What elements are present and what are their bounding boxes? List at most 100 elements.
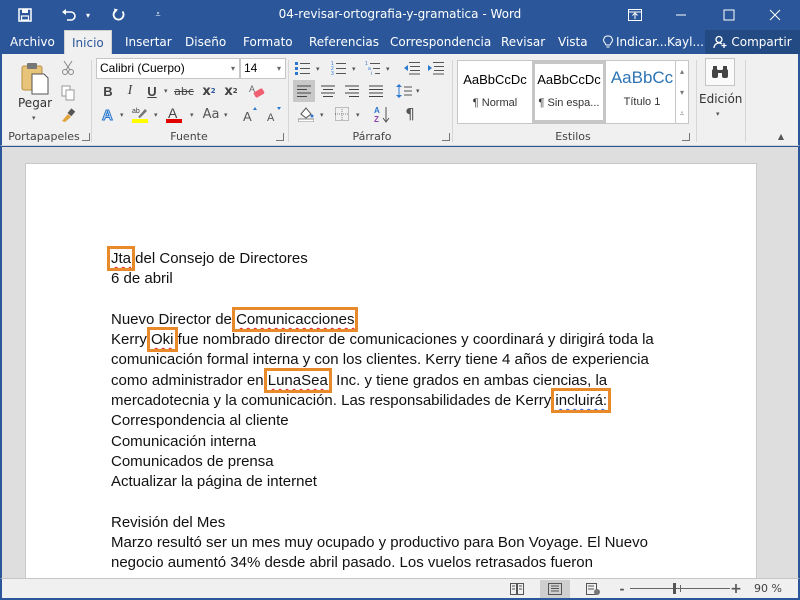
styles-scroll-up-icon[interactable]: ▴ [675,61,688,82]
document-line[interactable]: Nuevo Director de Comunicacciones [111,306,691,332]
document-line[interactable] [111,493,691,513]
document-line[interactable]: Marzo resultó ser un mes muy ocupado y p… [111,533,691,553]
style-no-spacing[interactable]: AaBbCcDc ¶ Sin espa... [532,61,606,123]
numbering-icon[interactable]: 123 [330,58,348,78]
maximize-icon[interactable] [706,0,752,30]
editing-dropdown-icon[interactable]: ▾ [716,110,720,118]
sort-icon[interactable]: AZ [372,104,392,124]
tab-inicio[interactable]: Inicio [64,30,112,54]
paste-label[interactable]: Pegar [18,96,52,110]
line-spacing-icon[interactable] [394,80,414,102]
style-normal[interactable]: AaBbCcDc ¶ Normal [459,62,531,122]
styles-scroll-down-icon[interactable]: ▾ [675,82,688,103]
paste-icon[interactable] [20,60,50,96]
copy-icon[interactable] [58,84,78,102]
spelling-error[interactable]: Comunicacciones [232,306,359,332]
tab-archivo[interactable]: Archivo [3,30,62,54]
document-line[interactable]: Comunicados de prensa [111,452,691,472]
document-page[interactable]: Jta del Consejo de Directores 6 de abril… [25,163,757,578]
document-line[interactable] [111,290,691,310]
shrink-font-icon[interactable]: A [264,104,284,124]
tab-vista[interactable]: Vista [551,30,595,54]
print-layout-icon[interactable] [540,580,570,598]
superscript-button[interactable]: x2 [222,82,240,100]
document-line[interactable]: comunicación formal interna y con los cl… [111,350,691,370]
paragraph-launcher-icon[interactable] [442,133,450,141]
decrease-indent-icon[interactable] [402,58,422,78]
chevron-down-icon[interactable]: ▾ [231,59,235,78]
change-case-dropdown-icon[interactable]: ▾ [224,111,228,119]
borders-icon[interactable] [332,104,352,124]
font-color-icon[interactable]: A [164,104,184,124]
font-color-dropdown-icon[interactable]: ▾ [190,111,194,119]
document-line[interactable]: mercadotecnia y la comunicación. Las res… [111,388,691,414]
document-line[interactable]: Revisión del Mes [111,513,691,533]
change-case-button[interactable]: Aa [200,104,222,124]
web-layout-icon[interactable] [580,580,606,598]
tab-formato[interactable]: Formato [236,30,300,54]
justify-button[interactable] [365,80,387,102]
minimize-icon[interactable] [658,0,704,30]
text-effects-dropdown-icon[interactable]: ▾ [120,111,124,119]
underline-dropdown-icon[interactable]: ▾ [164,87,168,95]
clear-formatting-icon[interactable]: A [246,81,268,101]
line-spacing-dropdown-icon[interactable]: ▾ [416,87,420,95]
subscript-button[interactable]: x2 [200,82,218,100]
numbering-dropdown-icon[interactable]: ▾ [352,65,356,73]
align-center-button[interactable] [317,80,339,102]
font-name-combo[interactable]: Calibri (Cuerpo) ▾ [96,58,240,79]
document-line[interactable]: 6 de abril [111,269,691,289]
zoom-out-button[interactable]: - [616,580,628,598]
highlight-dropdown-icon[interactable]: ▾ [154,111,158,119]
find-binoculars-icon[interactable] [705,58,735,86]
cut-icon[interactable] [58,59,78,77]
styles-more-icon[interactable]: ⩡ [675,103,688,124]
close-icon[interactable] [752,0,798,30]
text-effects-icon[interactable]: A [100,104,118,124]
tab-correspondencia[interactable]: Correspondencia [383,30,498,54]
chevron-down-icon[interactable]: ▾ [277,59,281,78]
zoom-level[interactable]: 90 % [754,582,782,595]
bullets-icon[interactable] [294,58,312,78]
document-line[interactable]: Comunicación interna [111,432,691,452]
clipboard-launcher-icon[interactable] [82,133,90,141]
read-mode-icon[interactable] [504,580,530,598]
ribbon-display-options-icon[interactable] [612,0,658,30]
spelling-error[interactable]: LunaSea [263,367,332,393]
underline-button[interactable]: U [144,82,160,100]
document-line[interactable]: Kerry Oki fue nombrado director de comun… [111,327,691,353]
document-body[interactable]: Jta del Consejo de Directores 6 de abril… [106,246,691,574]
zoom-slider[interactable] [630,583,730,594]
tab-referencias[interactable]: Referencias [302,30,386,54]
tab-insertar[interactable]: Insertar [118,30,179,54]
strikethrough-button[interactable]: abc [172,82,196,100]
styles-launcher-icon[interactable] [682,133,690,141]
paste-dropdown-icon[interactable]: ▾ [32,114,36,122]
document-line[interactable]: Correspondencia al cliente [111,411,691,431]
style-heading-1[interactable]: AaBbCc Título 1 [606,62,678,122]
grammar-error[interactable]: incluirá: [551,388,612,414]
multilevel-list-icon[interactable]: 1ai [364,58,382,78]
editing-label[interactable]: Edición [699,92,742,106]
bold-button[interactable]: B [100,82,116,100]
document-line[interactable]: Actualizar la página de internet [111,472,691,492]
shading-icon[interactable] [296,104,316,124]
format-painter-icon[interactable] [58,106,78,124]
borders-dropdown-icon[interactable]: ▾ [356,111,360,119]
shading-dropdown-icon[interactable]: ▾ [320,111,324,119]
document-line[interactable]: Jta del Consejo de Directores [106,246,691,271]
align-right-button[interactable] [341,80,363,102]
user-name[interactable]: Kayl... [660,30,711,54]
highlight-color-icon[interactable]: ab [130,104,150,124]
grow-font-icon[interactable]: A [240,104,260,124]
bullets-dropdown-icon[interactable]: ▾ [316,65,320,73]
zoom-slider-thumb[interactable] [672,583,676,594]
collapse-ribbon-icon[interactable]: ▲ [774,130,788,142]
align-left-button[interactable] [293,80,315,102]
font-launcher-icon[interactable] [276,133,284,141]
multilevel-dropdown-icon[interactable]: ▾ [386,65,390,73]
zoom-in-button[interactable]: + [728,580,744,598]
increase-indent-icon[interactable] [426,58,446,78]
italic-button[interactable]: I [122,82,138,100]
font-size-combo[interactable]: 14 ▾ [240,58,286,79]
